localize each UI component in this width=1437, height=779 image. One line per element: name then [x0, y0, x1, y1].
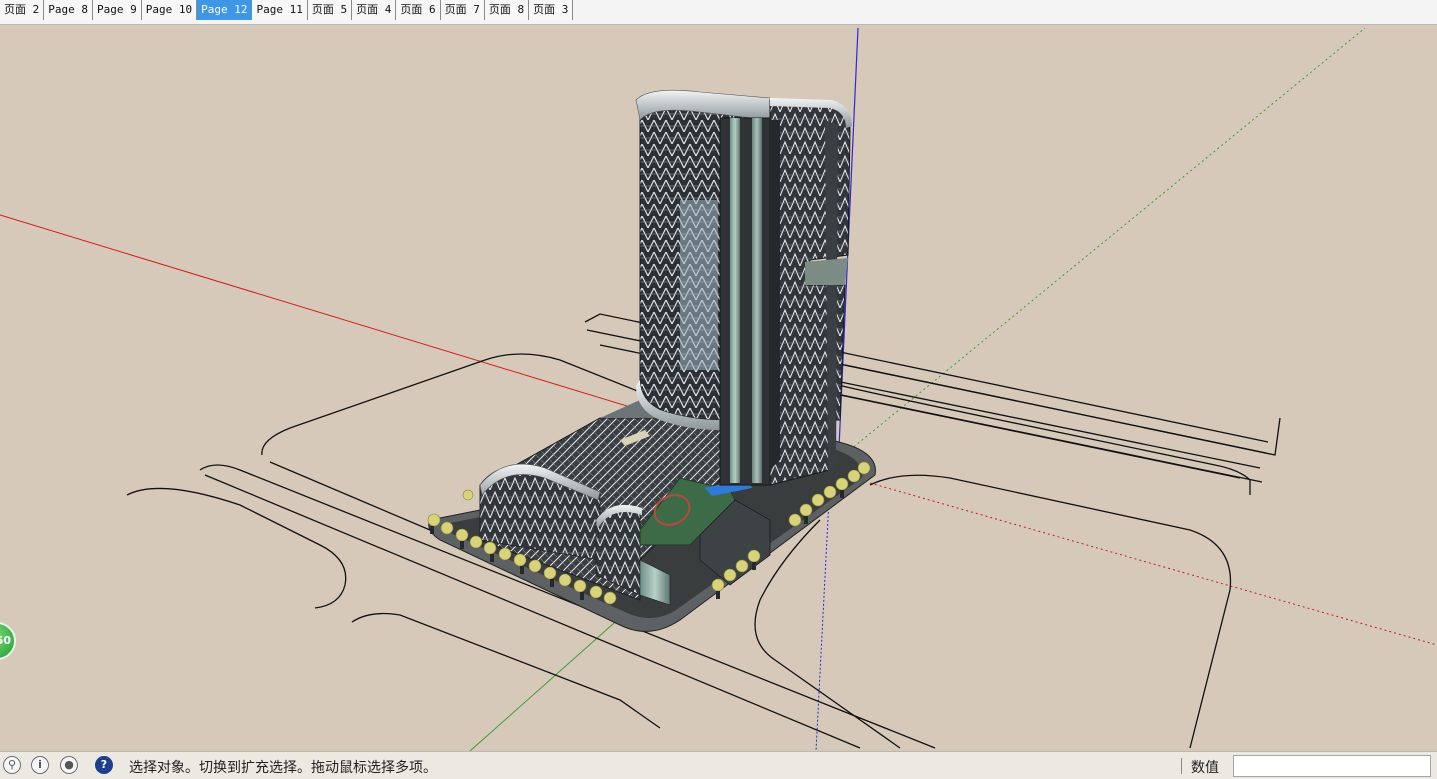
scene-tab[interactable]: 页面 2 — [0, 0, 45, 20]
scene-tabs-bar: 页面 2 Page 8 Page 9 Page 10 Page 12 Page 11 页面 … — [0, 0, 1437, 25]
scene-tab[interactable]: Page 10 — [141, 0, 198, 20]
info-icon[interactable]: i — [31, 756, 49, 774]
help-icon[interactable]: ? — [95, 756, 113, 774]
scene-tab[interactable]: 页面 5 — [307, 0, 353, 20]
user-account-icon[interactable]: ● — [60, 756, 78, 774]
status-bar: ⚲ i ● ? 选择对象。切换到扩充选择。拖动鼠标选择多项。 数值 — [0, 751, 1437, 779]
status-separator — [1181, 758, 1182, 774]
scene-tab[interactable]: 页面 3 — [529, 0, 574, 20]
scene-tab[interactable]: 页面 4 — [352, 0, 397, 20]
red-axis — [0, 214, 641, 411]
measurements-input[interactable] — [1233, 755, 1431, 777]
status-message: 选择对象。切换到扩充选择。拖动鼠标选择多项。 — [129, 760, 437, 776]
model-viewport[interactable]: 50 — [0, 25, 1437, 751]
geo-location-icon[interactable]: ⚲ — [3, 756, 21, 774]
scene-tab[interactable]: Page 11 — [252, 0, 308, 20]
scene-tab[interactable]: 页面 7 — [440, 0, 485, 20]
scene-tab[interactable]: Page 8 — [44, 0, 93, 20]
scene-tab[interactable]: 页面 8 — [484, 0, 530, 20]
green-axis-dotted — [849, 27, 1366, 451]
scene-tab[interactable]: Page 12 — [197, 0, 253, 20]
blue-axis-dotted — [815, 479, 831, 751]
measurements-label: 数值 — [1191, 760, 1219, 776]
viewport-canvas[interactable] — [0, 25, 1437, 751]
scene-tab[interactable]: Page 9 — [93, 0, 142, 20]
scene-tab[interactable]: 页面 6 — [396, 0, 441, 20]
red-axis-dotted — [869, 482, 1437, 646]
